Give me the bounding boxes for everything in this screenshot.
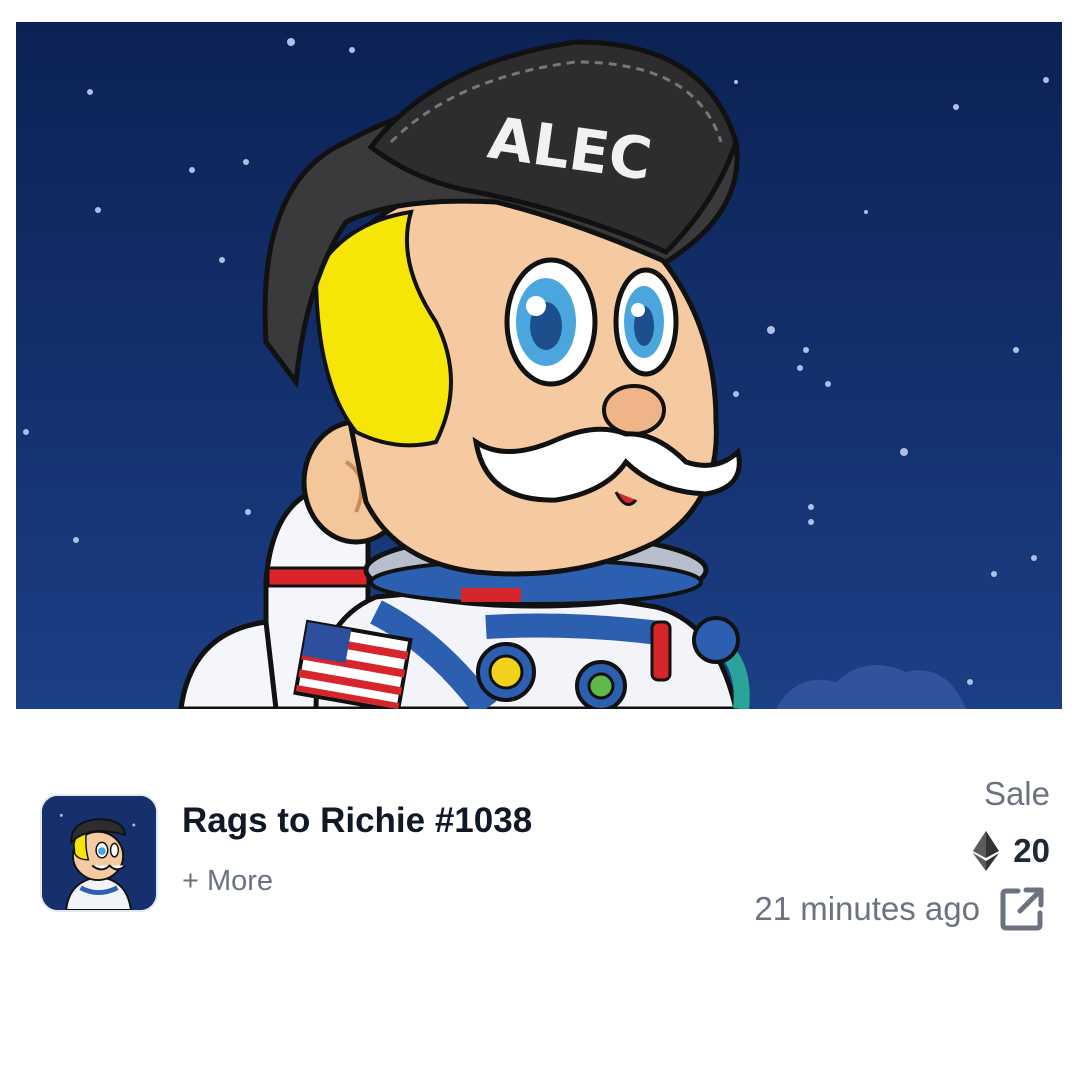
- price-value: 20: [1013, 832, 1050, 869]
- flag-patch: [293, 619, 413, 709]
- price: 20: [973, 831, 1050, 871]
- more-button[interactable]: + More: [182, 865, 273, 898]
- nft-title[interactable]: Rags to Richie #1038: [182, 801, 532, 841]
- sale-type-label: Sale: [983, 775, 1050, 812]
- sale-card: Rags to Richie #1038 + More Sale 20 21 m…: [0, 709, 1080, 1080]
- external-link-icon[interactable]: [998, 885, 1046, 933]
- time-ago: 21 minutes ago: [754, 890, 980, 927]
- nft-image[interactable]: ALEC: [16, 22, 1062, 709]
- ethereum-icon: [973, 831, 1000, 871]
- nft-thumbnail[interactable]: [40, 794, 158, 912]
- nft-artwork: ALEC: [23, 38, 1049, 709]
- nft-thumbnail-art: [42, 796, 156, 910]
- time-row: 21 minutes ago: [754, 885, 1046, 933]
